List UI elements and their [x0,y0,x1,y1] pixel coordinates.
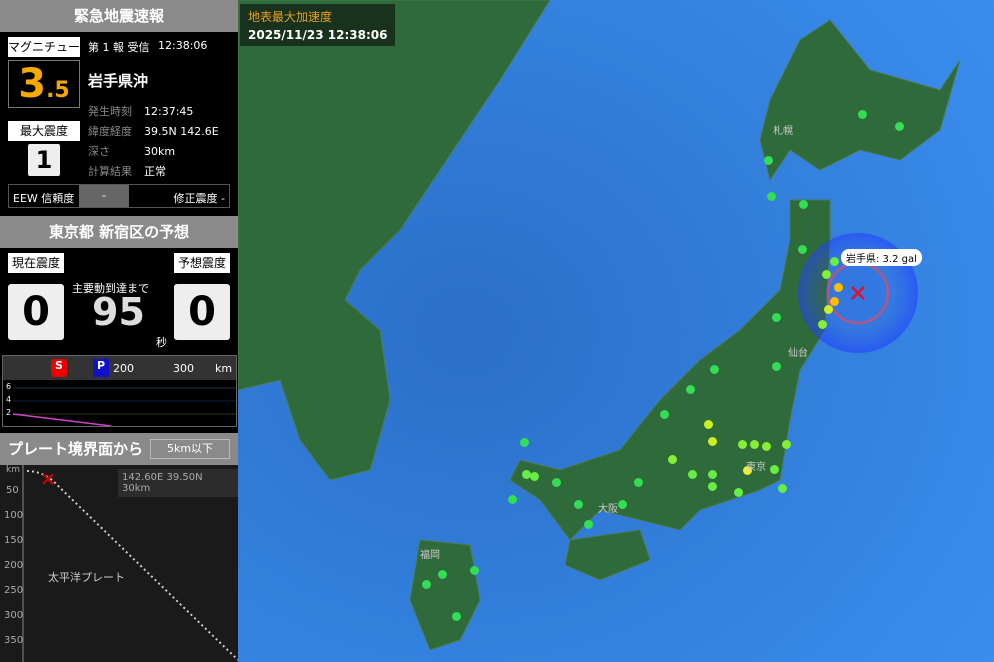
city-label: 仙台 [788,348,808,359]
station-dot[interactable] [552,478,561,487]
station-dot[interactable] [634,478,643,487]
arrival-seconds: 95 [92,290,145,334]
s-wave-marker: S [51,359,67,377]
station-dot[interactable] [470,566,479,575]
eew-title: 緊急地震速報 [0,0,238,32]
station-dot[interactable] [772,362,781,371]
city-label: 大阪 [598,504,618,515]
station-dot[interactable] [738,440,747,449]
station-dot[interactable] [830,297,839,306]
plate-profile: km 50 100 150 200 250 300 350 142.60E 39… [0,465,238,662]
station-dot[interactable] [770,465,779,474]
station-dot[interactable] [858,110,867,119]
station-dot[interactable] [710,365,719,374]
magnitude-value: 3.5 [8,60,80,108]
station-dot[interactable] [422,580,431,589]
station-dot[interactable] [708,470,717,479]
station-dot[interactable] [764,156,773,165]
station-dot[interactable] [824,305,833,314]
wave-chart: 200 300 km S P 6 4 2 [2,355,237,427]
station-dot[interactable] [895,122,904,131]
eew-details: 発生時刻 12:37:45 緯度経度 39.5N 142.6E 深さ 30km 計算結… [88,105,219,178]
city-label: 札幌 [773,126,793,137]
expected-intensity-label: 予想震度 [174,253,230,273]
station-dot[interactable] [574,500,583,509]
wave-axis: 200 300 km S P [3,356,236,380]
depth-filter-button[interactable]: 5km以下 [150,439,230,459]
intensity-map[interactable]: 地表最大加速度 2025/11/23 12:38:06 岩手県: 3.2 gal… [238,0,994,662]
sidebar: 緊急地震速報 マグニチュード 3.5 第 1 報 受信 12:38:06 岩手県… [0,0,238,662]
station-dot[interactable] [778,484,787,493]
p-wave-marker: P [93,359,109,377]
station-dot[interactable] [822,270,831,279]
station-dot[interactable] [830,257,839,266]
forecast-title: 東京都 新宿区の予想 [0,216,238,248]
station-dot[interactable] [704,420,713,429]
station-dot[interactable] [750,440,759,449]
station-dot[interactable] [782,440,791,449]
station-dot[interactable] [818,320,827,329]
max-intensity-value: 1 [28,144,60,176]
station-dot[interactable] [668,455,677,464]
station-dot[interactable] [452,612,461,621]
region-name: 岩手県沖 [88,72,149,90]
station-dot[interactable] [688,470,697,479]
station-dot[interactable] [734,488,743,497]
expected-intensity: 0 [174,284,230,340]
station-dot[interactable] [834,283,843,292]
station-dot[interactable] [530,472,539,481]
station-dot[interactable] [520,438,529,447]
max-intensity-label: 最大震度 [8,121,80,141]
map-title-box: 地表最大加速度 2025/11/23 12:38:06 [240,4,396,46]
station-dot[interactable] [798,245,807,254]
station-dot[interactable] [508,495,517,504]
station-dot[interactable] [618,500,627,509]
station-dot[interactable] [767,192,776,201]
city-label: 東京 [746,462,766,473]
city-label: 福岡 [420,550,440,561]
station-dot[interactable] [438,570,447,579]
report-number: 第 1 報 受信 [88,41,150,54]
station-dot[interactable] [762,442,771,451]
station-dot[interactable] [772,313,781,322]
station-dot[interactable] [799,200,808,209]
magnitude-label: マグニチュード [8,37,80,74]
station-dot[interactable] [660,410,669,419]
reliability-row: EEW 信頼度 - 修正震度 - [8,184,230,208]
station-dot[interactable] [686,385,695,394]
current-intensity: 0 [8,284,64,340]
station-tooltip: 岩手県: 3.2 gal [841,249,922,266]
station-dot[interactable] [708,437,717,446]
station-dot[interactable] [708,482,717,491]
seconds-unit: 秒 [156,336,167,349]
report-time: 12:38:06 [158,39,208,52]
current-intensity-label: 現在震度 [8,253,64,273]
station-dot[interactable] [584,520,593,529]
